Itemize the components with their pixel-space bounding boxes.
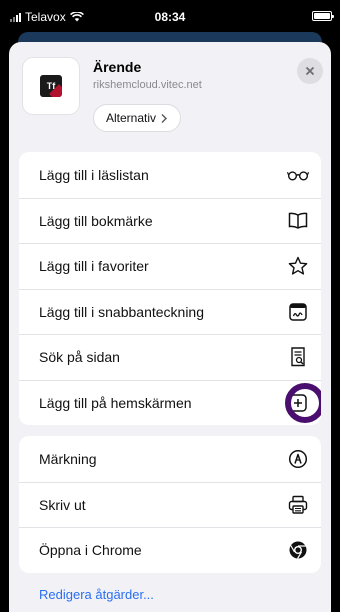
action-label: Lägg till bokmärke [39, 212, 153, 229]
share-sheet: Tf Ärende rikshemcloud.vitec.net Alterna… [9, 42, 331, 612]
chevron-right-icon [161, 113, 168, 123]
action-label: Skriv ut [39, 496, 86, 513]
battery-icon [312, 11, 334, 21]
actions-group-primary: Lägg till i läslistan Lägg till bokmärke… [19, 152, 321, 425]
action-label: Lägg till i favoriter [39, 258, 149, 275]
action-add-to-reading-list[interactable]: Lägg till i läslistan [19, 152, 321, 198]
status-time: 08:34 [154, 10, 186, 24]
star-icon [287, 255, 309, 277]
options-button[interactable]: Alternativ [93, 104, 182, 132]
book-icon [287, 210, 309, 232]
action-open-in-chrome[interactable]: Öppna i Chrome [19, 527, 321, 573]
page-title: Ärende [93, 59, 142, 75]
quick-note-icon [287, 301, 309, 323]
find-on-page-icon [287, 346, 309, 368]
close-button[interactable] [297, 58, 323, 84]
action-label: Öppna i Chrome [39, 542, 142, 559]
action-add-to-home-screen[interactable]: Lägg till på hemskärmen [19, 379, 321, 426]
action-add-bookmark[interactable]: Lägg till bokmärke [19, 197, 321, 244]
action-add-to-quick-note[interactable]: Lägg till i snabbanteckning [19, 288, 321, 335]
actions-group-secondary: Märkning Skriv ut Öppna i Chrome [19, 436, 321, 573]
options-label: Alternativ [106, 111, 157, 125]
status-bar: Telavox 08:34 [0, 0, 340, 34]
site-icon: Tf [23, 58, 79, 114]
site-logo: Tf [40, 75, 62, 97]
action-label: Lägg till i läslistan [39, 166, 149, 183]
action-print[interactable]: Skriv ut [19, 481, 321, 528]
edit-actions-link[interactable]: Redigera åtgärder... [39, 587, 154, 602]
chrome-icon [287, 539, 309, 561]
close-icon [305, 66, 315, 76]
action-find-on-page[interactable]: Sök på sidan [19, 334, 321, 380]
action-add-to-favorites[interactable]: Lägg till i favoriter [19, 243, 321, 289]
glasses-icon [287, 164, 309, 186]
action-label: Lägg till på hemskärmen [39, 394, 192, 411]
action-label: Sök på sidan [39, 349, 120, 366]
printer-icon [287, 494, 309, 516]
site-logo-text: Tf [46, 81, 56, 91]
add-square-icon [287, 392, 309, 414]
action-markup[interactable]: Märkning [19, 436, 321, 482]
share-header: Tf Ärende rikshemcloud.vitec.net Alterna… [9, 42, 331, 142]
page-url: rikshemcloud.vitec.net [93, 79, 202, 91]
markup-icon [287, 448, 309, 470]
action-label: Lägg till i snabbanteckning [39, 303, 205, 320]
action-label: Märkning [39, 450, 97, 467]
